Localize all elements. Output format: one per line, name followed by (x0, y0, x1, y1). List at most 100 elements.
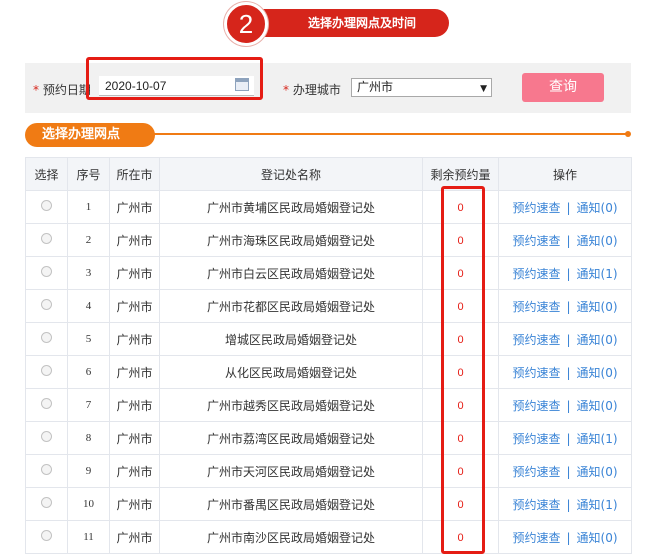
notify-link[interactable]: 通知(0) (577, 300, 618, 314)
row-number: 3 (67, 256, 110, 290)
quick-check-link[interactable]: 预约速查 (512, 432, 560, 446)
quick-check-link[interactable]: 预约速查 (512, 366, 560, 380)
row-office-name: 广州市番禺区民政局婚姻登记处 (159, 487, 423, 521)
office-table: 选择 序号 所在市 登记处名称 剩余预约量 操作 1 广州市 广州市黄埔区民政局婚姻… (25, 157, 632, 554)
row-actions: 预约速查 | 通知(0) (498, 322, 632, 356)
table-row: 7 广州市 广州市越秀区民政局婚姻登记处 0 预约速查 | 通知(0) (25, 388, 632, 422)
quick-check-link[interactable]: 预约速查 (512, 267, 560, 281)
row-actions: 预约速查 | 通知(1) (498, 487, 632, 521)
select-cell (25, 256, 68, 290)
required-mark: * (33, 83, 39, 97)
notify-link[interactable]: 通知(0) (577, 366, 618, 380)
row-number: 9 (67, 454, 110, 488)
radio-button[interactable] (41, 530, 52, 541)
action-separator: | (566, 365, 571, 380)
radio-button[interactable] (41, 200, 52, 211)
select-cell (25, 421, 68, 455)
notify-link[interactable]: 通知(0) (577, 399, 618, 413)
quick-check-link[interactable]: 预约速查 (512, 300, 560, 314)
required-mark: * (283, 83, 289, 97)
section-divider (150, 133, 628, 135)
step-header: 选择办理网点及时间 2 (0, 0, 654, 50)
date-label-wrap: * 预约日期 (33, 81, 91, 98)
table-row: 4 广州市 广州市花都区民政局婚姻登记处 0 预约速查 | 通知(0) (25, 289, 632, 323)
select-cell (25, 190, 68, 224)
select-cell (25, 355, 68, 389)
row-office-name: 广州市越秀区民政局婚姻登记处 (159, 388, 423, 422)
notify-link[interactable]: 通知(0) (577, 465, 618, 479)
notify-link[interactable]: 通知(1) (577, 267, 618, 281)
quick-check-link[interactable]: 预约速查 (512, 333, 560, 347)
column-header-city: 所在市 (109, 157, 160, 191)
row-number: 7 (67, 388, 110, 422)
date-label: 预约日期 (42, 83, 91, 97)
row-office-name: 增城区民政局婚姻登记处 (159, 322, 423, 356)
city-label: 办理城市 (292, 83, 341, 97)
notify-link[interactable]: 通知(0) (577, 531, 618, 545)
row-city: 广州市 (109, 322, 160, 356)
city-select[interactable]: 广州市 ▼ (351, 78, 492, 97)
column-header-select: 选择 (25, 157, 68, 191)
remaining-highlight-box (441, 186, 485, 554)
table-row: 2 广州市 广州市海珠区民政局婚姻登记处 0 预约速查 | 通知(0) (25, 223, 632, 257)
row-city: 广州市 (109, 190, 160, 224)
action-separator: | (566, 299, 571, 314)
table-row: 8 广州市 广州市荔湾区民政局婚姻登记处 0 预约速查 | 通知(1) (25, 421, 632, 455)
quick-check-link[interactable]: 预约速查 (512, 201, 560, 215)
action-separator: | (566, 497, 571, 512)
row-number: 11 (67, 520, 110, 554)
table-row: 9 广州市 广州市天河区民政局婚姻登记处 0 预约速查 | 通知(0) (25, 454, 632, 488)
select-cell (25, 487, 68, 521)
quick-check-link[interactable]: 预约速查 (512, 498, 560, 512)
notify-link[interactable]: 通知(1) (577, 432, 618, 446)
query-button[interactable]: 查询 (522, 73, 604, 102)
quick-check-link[interactable]: 预约速查 (512, 531, 560, 545)
select-cell (25, 289, 68, 323)
section-title: 选择办理网点 (25, 123, 155, 147)
radio-button[interactable] (41, 299, 52, 310)
radio-button[interactable] (41, 266, 52, 277)
row-office-name: 广州市黄埔区民政局婚姻登记处 (159, 190, 423, 224)
row-office-name: 广州市白云区民政局婚姻登记处 (159, 256, 423, 290)
row-actions: 预约速查 | 通知(0) (498, 223, 632, 257)
quick-check-link[interactable]: 预约速查 (512, 465, 560, 479)
chevron-down-icon: ▼ (480, 84, 487, 94)
table-row: 11 广州市 广州市南沙区民政局婚姻登记处 0 预约速查 | 通知(0) (25, 520, 632, 554)
row-actions: 预约速查 | 通知(1) (498, 256, 632, 290)
radio-button[interactable] (41, 464, 52, 475)
row-city: 广州市 (109, 520, 160, 554)
row-actions: 预约速查 | 通知(0) (498, 454, 632, 488)
radio-button[interactable] (41, 332, 52, 343)
row-city: 广州市 (109, 454, 160, 488)
radio-button[interactable] (41, 398, 52, 409)
step-number-badge: 2 (224, 2, 268, 46)
radio-button[interactable] (41, 365, 52, 376)
select-cell (25, 520, 68, 554)
notify-link[interactable]: 通知(0) (577, 234, 618, 248)
row-number: 6 (67, 355, 110, 389)
row-office-name: 广州市南沙区民政局婚姻登记处 (159, 520, 423, 554)
notify-link[interactable]: 通知(0) (577, 201, 618, 215)
radio-button[interactable] (41, 233, 52, 244)
row-city: 广州市 (109, 289, 160, 323)
radio-button[interactable] (41, 431, 52, 442)
table-row: 6 广州市 从化区民政局婚姻登记处 0 预约速查 | 通知(0) (25, 355, 632, 389)
quick-check-link[interactable]: 预约速查 (512, 399, 560, 413)
notify-link[interactable]: 通知(0) (577, 333, 618, 347)
column-header-number: 序号 (67, 157, 110, 191)
row-number: 2 (67, 223, 110, 257)
action-separator: | (566, 332, 571, 347)
row-actions: 预约速查 | 通知(0) (498, 289, 632, 323)
city-label-wrap: * 办理城市 (283, 81, 341, 98)
select-cell (25, 223, 68, 257)
select-cell (25, 322, 68, 356)
table-row: 5 广州市 增城区民政局婚姻登记处 0 预约速查 | 通知(0) (25, 322, 632, 356)
row-number: 5 (67, 322, 110, 356)
quick-check-link[interactable]: 预约速查 (512, 234, 560, 248)
row-office-name: 广州市花都区民政局婚姻登记处 (159, 289, 423, 323)
radio-button[interactable] (41, 497, 52, 508)
row-city: 广州市 (109, 223, 160, 257)
row-city: 广州市 (109, 355, 160, 389)
notify-link[interactable]: 通知(1) (577, 498, 618, 512)
table-body: 1 广州市 广州市黄埔区民政局婚姻登记处 0 预约速查 | 通知(0) 2 广州市 广州市海珠区民… (25, 190, 632, 554)
